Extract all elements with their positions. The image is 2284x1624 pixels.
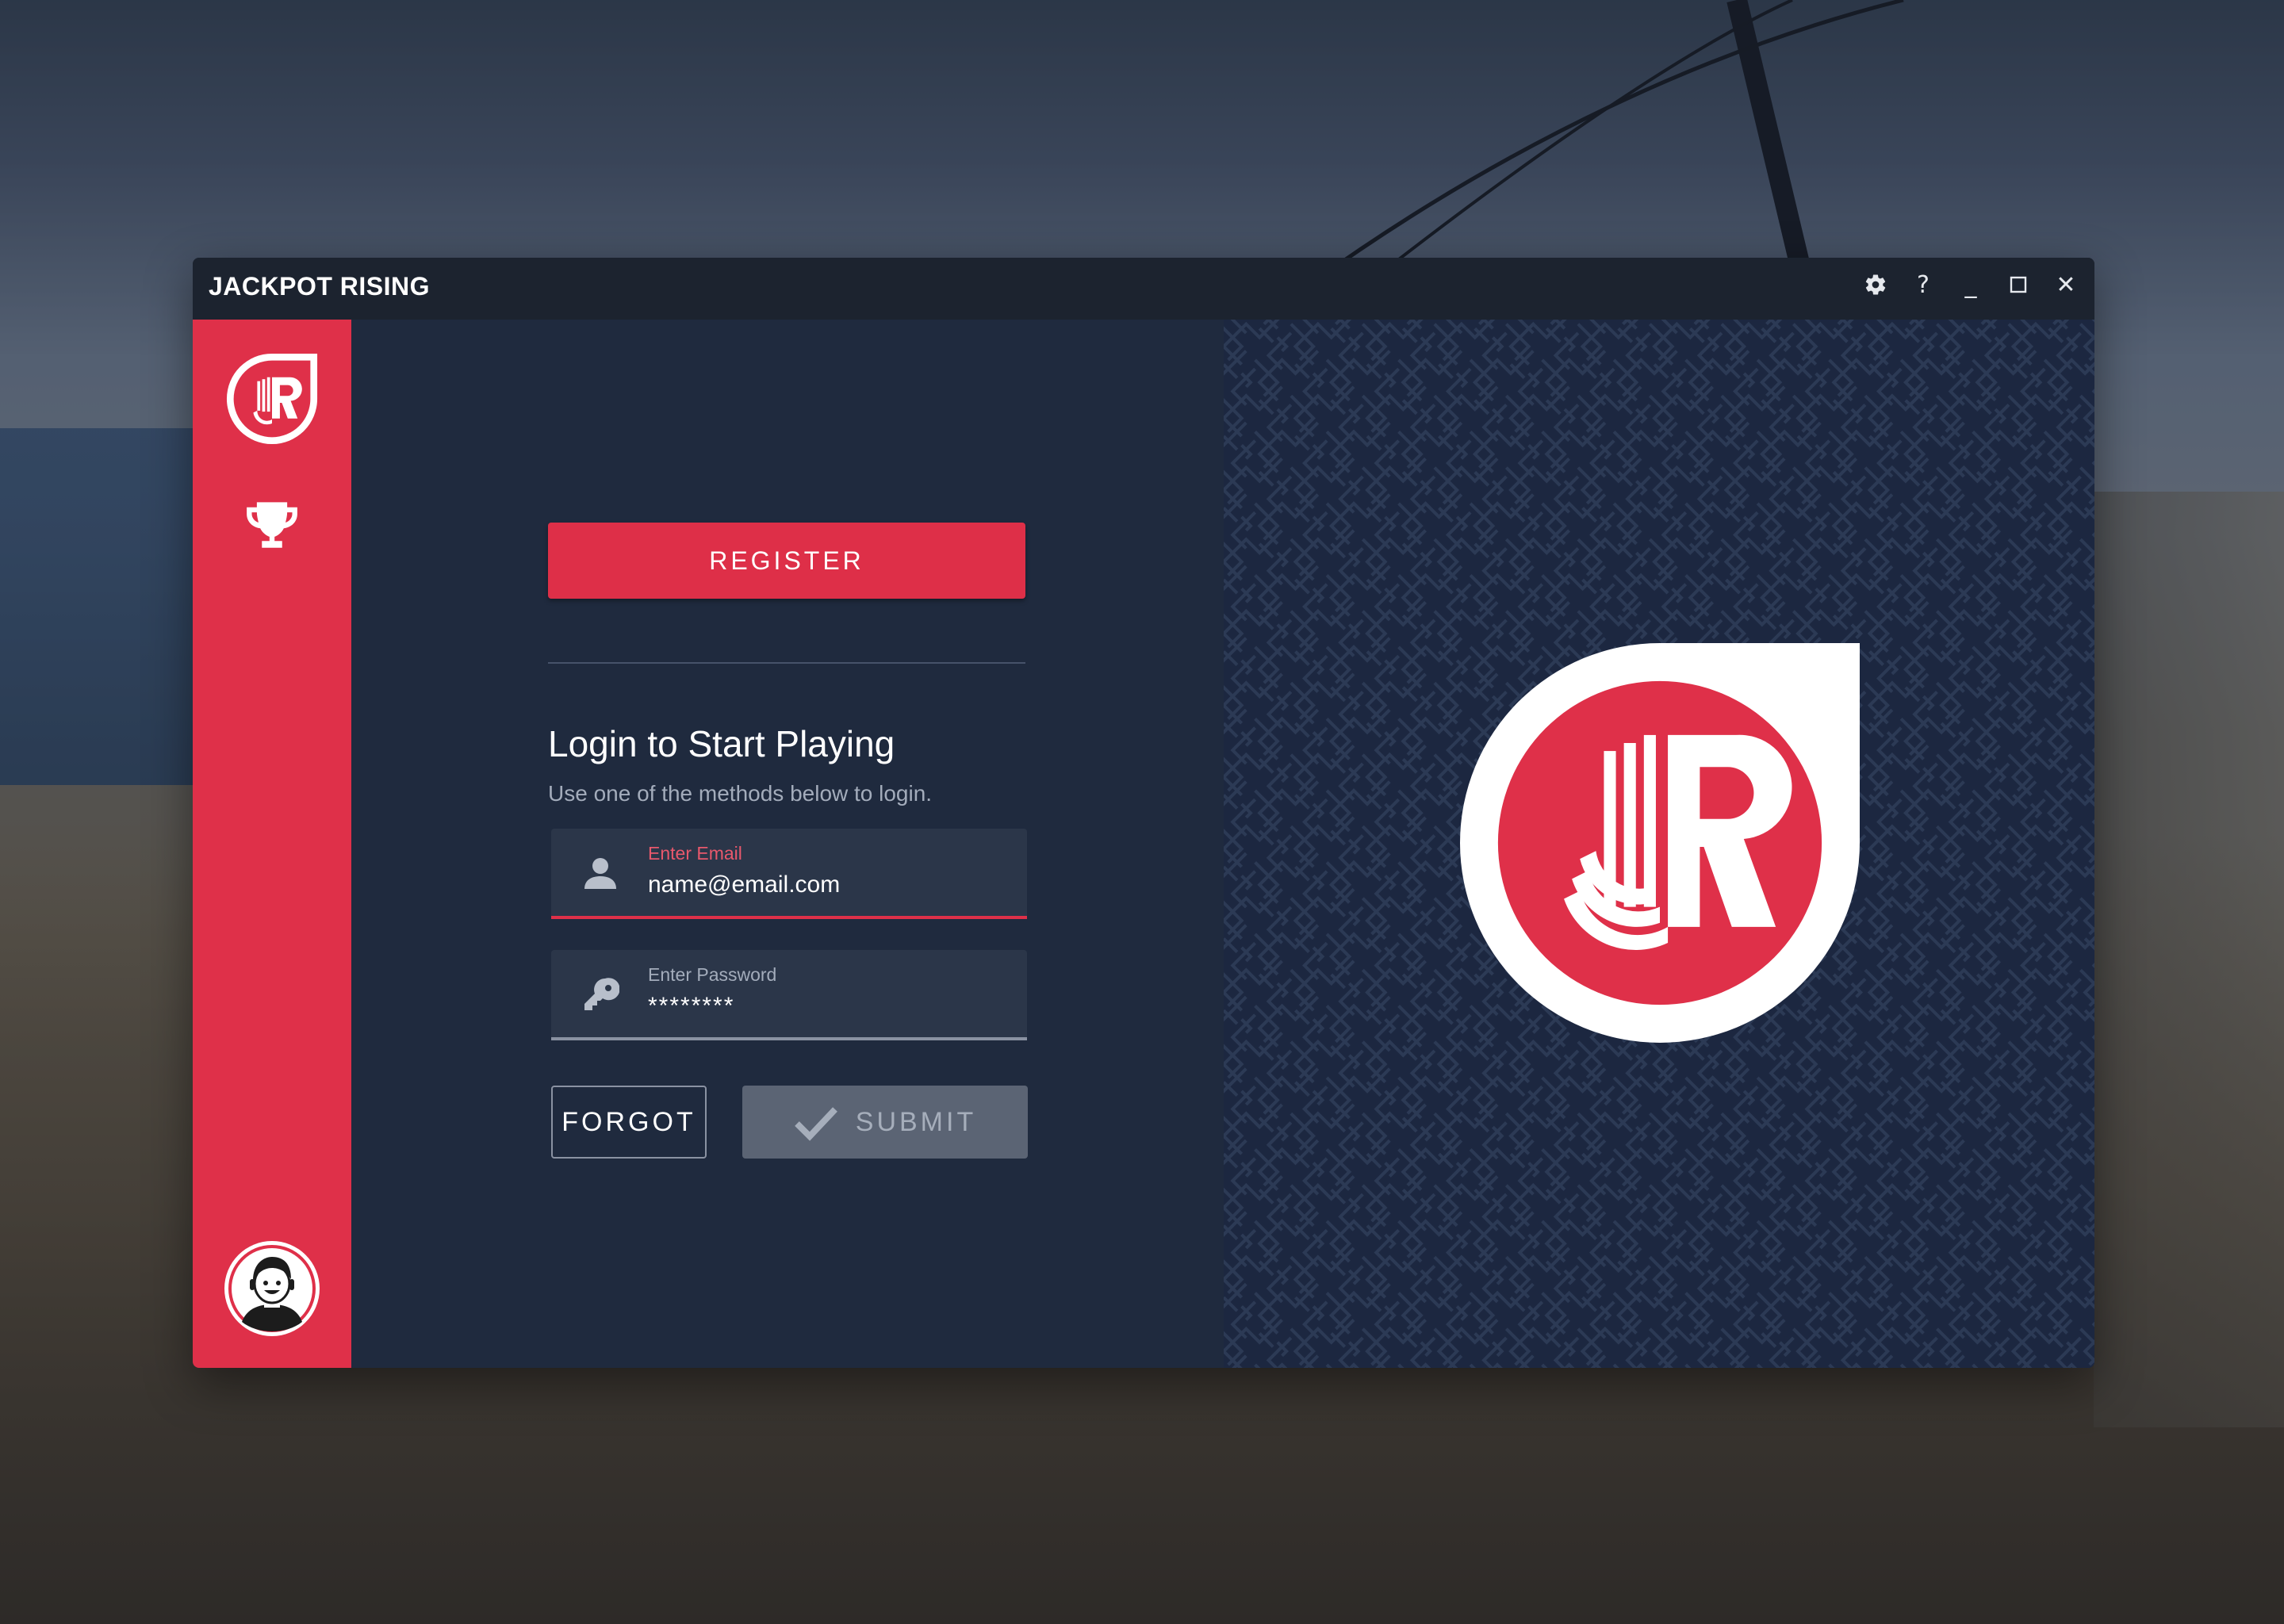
- divider: [548, 662, 1025, 664]
- email-label: Enter Email: [648, 843, 742, 864]
- trophy-icon[interactable]: [245, 500, 299, 550]
- close-button[interactable]: ✕: [2048, 267, 2083, 302]
- brand-panel: [1224, 320, 2094, 1368]
- password-field[interactable]: Enter Password ********: [551, 950, 1027, 1040]
- login-subheading: Use one of the methods below to login.: [548, 781, 933, 806]
- title-bar[interactable]: JACKPOT RISING ? _ ✕: [193, 258, 2094, 320]
- login-panel: REGISTER Login to Start Playing Use one …: [351, 320, 1224, 1368]
- password-label: Enter Password: [648, 964, 777, 985]
- user-icon: [584, 858, 616, 889]
- key-icon: [584, 978, 619, 1010]
- check-icon: [794, 1107, 837, 1141]
- avatar-icon[interactable]: [223, 1239, 321, 1338]
- square-icon: [2010, 276, 2027, 293]
- forgot-button[interactable]: FORGOT: [551, 1086, 707, 1159]
- submit-label: SUBMIT: [855, 1106, 977, 1137]
- register-button[interactable]: REGISTER: [548, 523, 1025, 599]
- maximize-button[interactable]: [2001, 267, 2036, 302]
- password-value[interactable]: ********: [648, 993, 734, 1020]
- submit-button[interactable]: SUBMIT: [742, 1086, 1028, 1159]
- login-heading: Login to Start Playing: [548, 723, 895, 764]
- settings-button[interactable]: [1858, 267, 1893, 302]
- jr-logo-icon[interactable]: [223, 350, 321, 448]
- help-button[interactable]: ?: [1906, 267, 1941, 302]
- app-window: JACKPOT RISING ? _ ✕ REGISTER Login to S…: [193, 258, 2094, 1368]
- gear-icon: [1865, 274, 1886, 295]
- window-controls: ? _ ✕: [1858, 267, 2083, 302]
- jr-logo-icon: [1460, 643, 1860, 1043]
- sidebar: [193, 320, 351, 1368]
- app-title: JACKPOT RISING: [209, 272, 431, 301]
- email-value[interactable]: name@email.com: [648, 871, 840, 898]
- minimize-button[interactable]: _: [1953, 267, 1988, 302]
- email-field[interactable]: Enter Email name@email.com: [551, 829, 1027, 919]
